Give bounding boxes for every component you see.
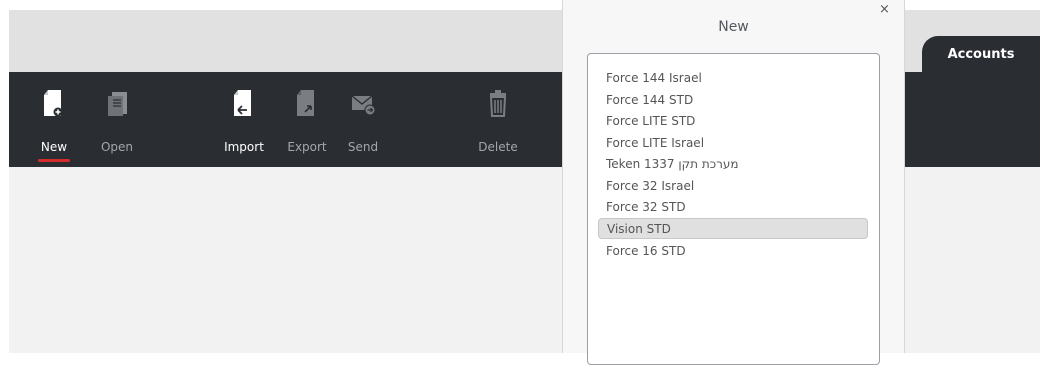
open-button[interactable]: Open <box>86 72 148 167</box>
new-dialog: New × Force 144 Israel Force 144 STD For… <box>562 0 905 365</box>
list-item[interactable]: Force 144 Israel <box>598 68 868 89</box>
list-item[interactable]: Force LITE STD <box>598 111 868 132</box>
list-item-selected[interactable]: Vision STD <box>598 218 868 239</box>
send-button[interactable]: Send <box>332 72 394 167</box>
delete-button[interactable]: Delete <box>467 72 529 167</box>
close-icon[interactable]: × <box>879 2 890 17</box>
send-mail-icon <box>351 95 376 116</box>
export-label: Export <box>287 140 327 154</box>
new-button[interactable]: New <box>23 72 85 167</box>
dialog-title: New <box>718 19 749 35</box>
list-item[interactable]: Force 16 STD <box>598 241 868 262</box>
open-label: Open <box>100 140 134 154</box>
new-document-icon <box>44 90 63 117</box>
list-item[interactable]: Teken 1337 מערכת תקן <box>598 154 868 175</box>
list-item[interactable]: Force 32 STD <box>598 197 868 218</box>
active-underline <box>38 159 70 162</box>
template-list[interactable]: Force 144 Israel Force 144 STD Force LIT… <box>587 53 880 365</box>
list-item[interactable]: Force 32 Israel <box>598 176 868 197</box>
trash-icon <box>489 90 507 117</box>
open-document-icon <box>108 92 127 116</box>
export-icon <box>297 90 314 116</box>
new-label: New <box>40 140 68 154</box>
import-label: Import <box>224 140 264 154</box>
import-icon <box>234 90 251 116</box>
list-item[interactable]: Force LITE Israel <box>598 133 868 154</box>
send-label: Send <box>347 140 379 154</box>
export-button[interactable]: Export <box>276 72 338 167</box>
tab-accounts[interactable]: Accounts <box>922 36 1040 72</box>
import-button[interactable]: Import <box>213 72 275 167</box>
delete-label: Delete <box>478 140 518 154</box>
list-item[interactable]: Force 144 STD <box>598 90 868 111</box>
